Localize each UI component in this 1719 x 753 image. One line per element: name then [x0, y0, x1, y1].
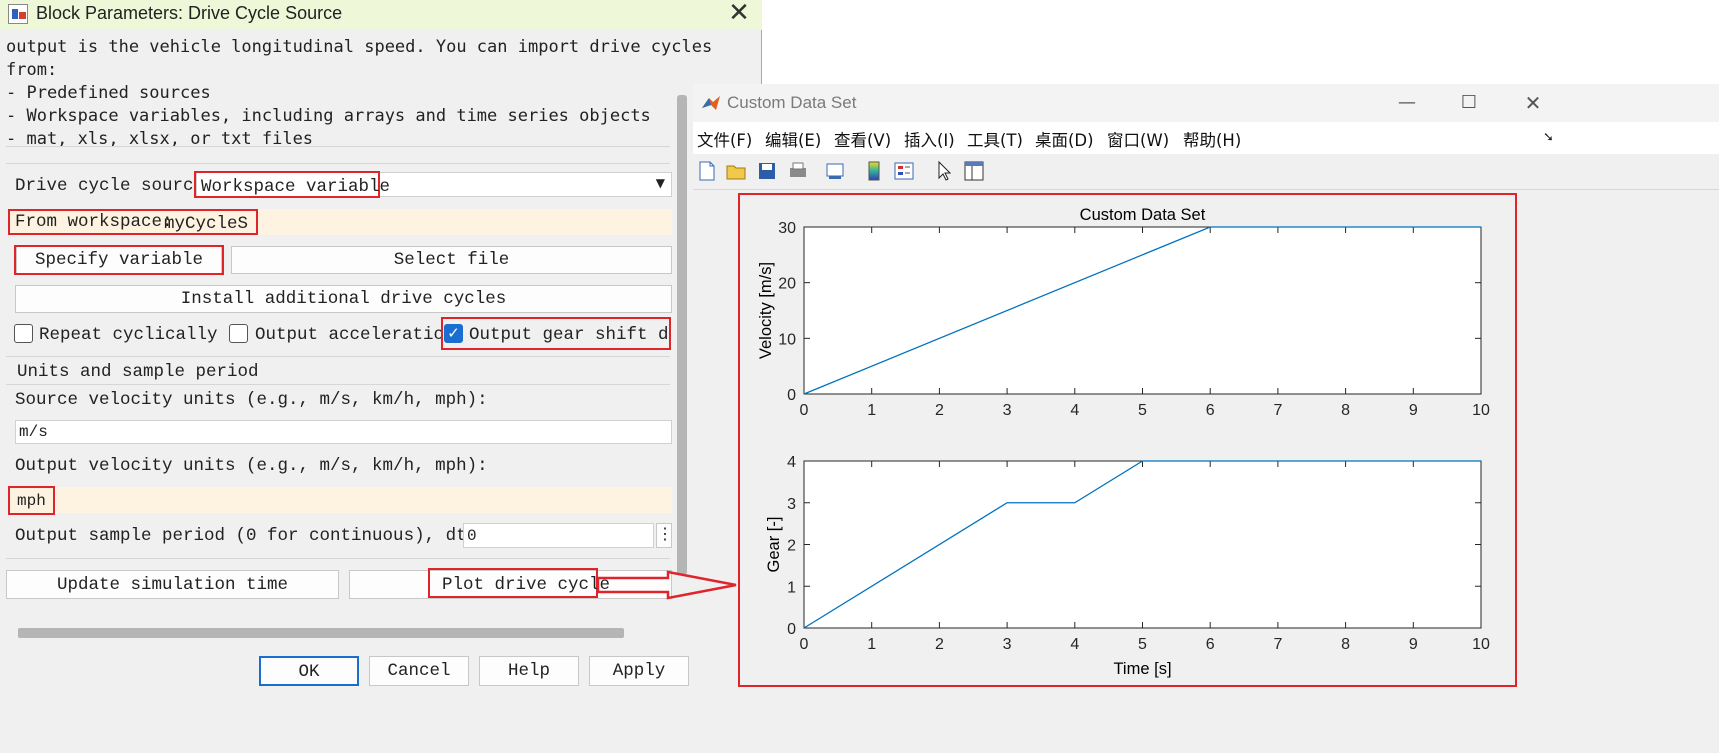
check-icon: ✓: [447, 324, 460, 342]
help-button[interactable]: Help: [479, 656, 579, 686]
close-icon[interactable]: ✕: [1513, 88, 1553, 118]
output-units-value: mph: [17, 492, 46, 510]
pointer-icon[interactable]: [933, 160, 955, 182]
repeat-cyclically-label: Repeat cyclically: [39, 325, 218, 345]
drive-cycle-source-value: Workspace variable: [201, 177, 391, 197]
highlight-box: [14, 245, 224, 275]
horizontal-scrollbar[interactable]: [18, 628, 624, 638]
units-section-header: Units and sample period: [17, 362, 259, 382]
divider: [6, 163, 670, 164]
figure-title: Custom Data Set: [727, 93, 857, 112]
description-line: from:: [6, 60, 58, 80]
output-units-label: Output velocity units (e.g., m/s, km/h, …: [15, 456, 488, 476]
divider: [6, 558, 670, 559]
sample-period-value: 0: [467, 527, 477, 545]
divider: [6, 356, 670, 357]
minimize-icon[interactable]: —: [1387, 88, 1427, 118]
new-file-icon[interactable]: [696, 160, 718, 182]
open-folder-icon[interactable]: [725, 160, 747, 182]
dialog-title-bar[interactable]: Block Parameters: Drive Cycle Source ✕: [0, 0, 762, 30]
menu-bar: 文件(F) 编辑(E) 查看(V) 插入(I) 工具(T) 桌面(D) 窗口(W…: [693, 122, 1719, 154]
legend-icon[interactable]: [893, 160, 915, 182]
repeat-cyclically-checkbox[interactable]: [14, 324, 33, 343]
menu-edit[interactable]: 编辑(E): [765, 127, 821, 151]
source-units-value: m/s: [19, 423, 48, 441]
dock-arrow-icon[interactable]: ➘: [1543, 130, 1554, 145]
apply-button[interactable]: Apply: [589, 656, 689, 686]
vertical-scrollbar[interactable]: [677, 95, 687, 575]
select-file-button[interactable]: Select file: [231, 246, 672, 274]
link-figure-icon[interactable]: [824, 160, 846, 182]
plot-highlight-frame: [738, 193, 1517, 687]
save-icon[interactable]: [756, 160, 778, 182]
figure-toolbar: [693, 154, 1719, 190]
more-options-icon[interactable]: ⋮: [656, 523, 673, 548]
block-description: output is the vehicle longitudinal speed…: [6, 36, 712, 151]
menu-insert[interactable]: 插入(I): [904, 127, 955, 151]
cancel-button[interactable]: Cancel: [369, 656, 469, 686]
plot-drive-cycle-label: Plot drive cycle: [442, 575, 611, 595]
annotation-arrow: [596, 570, 737, 600]
menu-desktop[interactable]: 桌面(D): [1035, 127, 1094, 151]
block-parameters-dialog: Block Parameters: Drive Cycle Source ✕ o…: [0, 0, 762, 753]
from-workspace-input[interactable]: myCycleS: [164, 214, 248, 234]
drive-cycle-source-label: Drive cycle source:: [15, 176, 215, 196]
output-gear-shift-checkbox[interactable]: ✓: [444, 324, 463, 343]
maximize-icon[interactable]: ☐: [1449, 88, 1489, 118]
menu-help[interactable]: 帮助(H): [1183, 127, 1241, 151]
source-units-input[interactable]: m/s: [15, 420, 672, 444]
install-drive-cycles-button[interactable]: Install additional drive cycles: [15, 285, 672, 313]
divider: [6, 146, 670, 147]
divider: [6, 384, 670, 385]
description-line: - Workspace variables, including arrays …: [6, 106, 651, 126]
close-icon[interactable]: ✕: [724, 0, 754, 28]
menu-file[interactable]: 文件(F): [697, 127, 752, 151]
colorbar-icon[interactable]: [863, 160, 885, 182]
description-line: - mat, xls, xlsx, or txt files: [6, 129, 314, 149]
ok-button[interactable]: OK: [259, 656, 359, 686]
sample-period-label: Output sample period (0 for continuous),…: [15, 526, 520, 546]
output-acceleration-checkbox[interactable]: [229, 324, 248, 343]
menu-tools[interactable]: 工具(T): [967, 127, 1023, 151]
dialog-title: Block Parameters: Drive Cycle Source: [36, 3, 343, 23]
from-workspace-label: From workspace:: [15, 212, 173, 232]
update-simulation-time-button[interactable]: Update simulation time: [6, 570, 339, 599]
simulink-block-icon: [8, 4, 28, 24]
sample-period-input[interactable]: 0: [463, 523, 654, 548]
description-line: output is the vehicle longitudinal speed…: [6, 37, 713, 57]
description-line: - Predefined sources: [6, 83, 211, 103]
output-acceleration-label: Output acceleration: [255, 325, 455, 345]
matlab-logo-icon: [702, 96, 720, 110]
output-units-input[interactable]: [8, 487, 672, 513]
property-editor-icon[interactable]: [963, 160, 985, 182]
figure-title-bar[interactable]: Custom Data Set — ☐ ✕: [693, 84, 1719, 122]
output-gear-shift-label: Output gear shift data: [469, 325, 668, 345]
menu-window[interactable]: 窗口(W): [1107, 127, 1169, 151]
menu-view[interactable]: 查看(V): [834, 127, 891, 151]
chevron-down-icon[interactable]: ▼: [656, 176, 665, 190]
source-units-label: Source velocity units (e.g., m/s, km/h, …: [15, 390, 488, 410]
print-icon[interactable]: [787, 160, 809, 182]
